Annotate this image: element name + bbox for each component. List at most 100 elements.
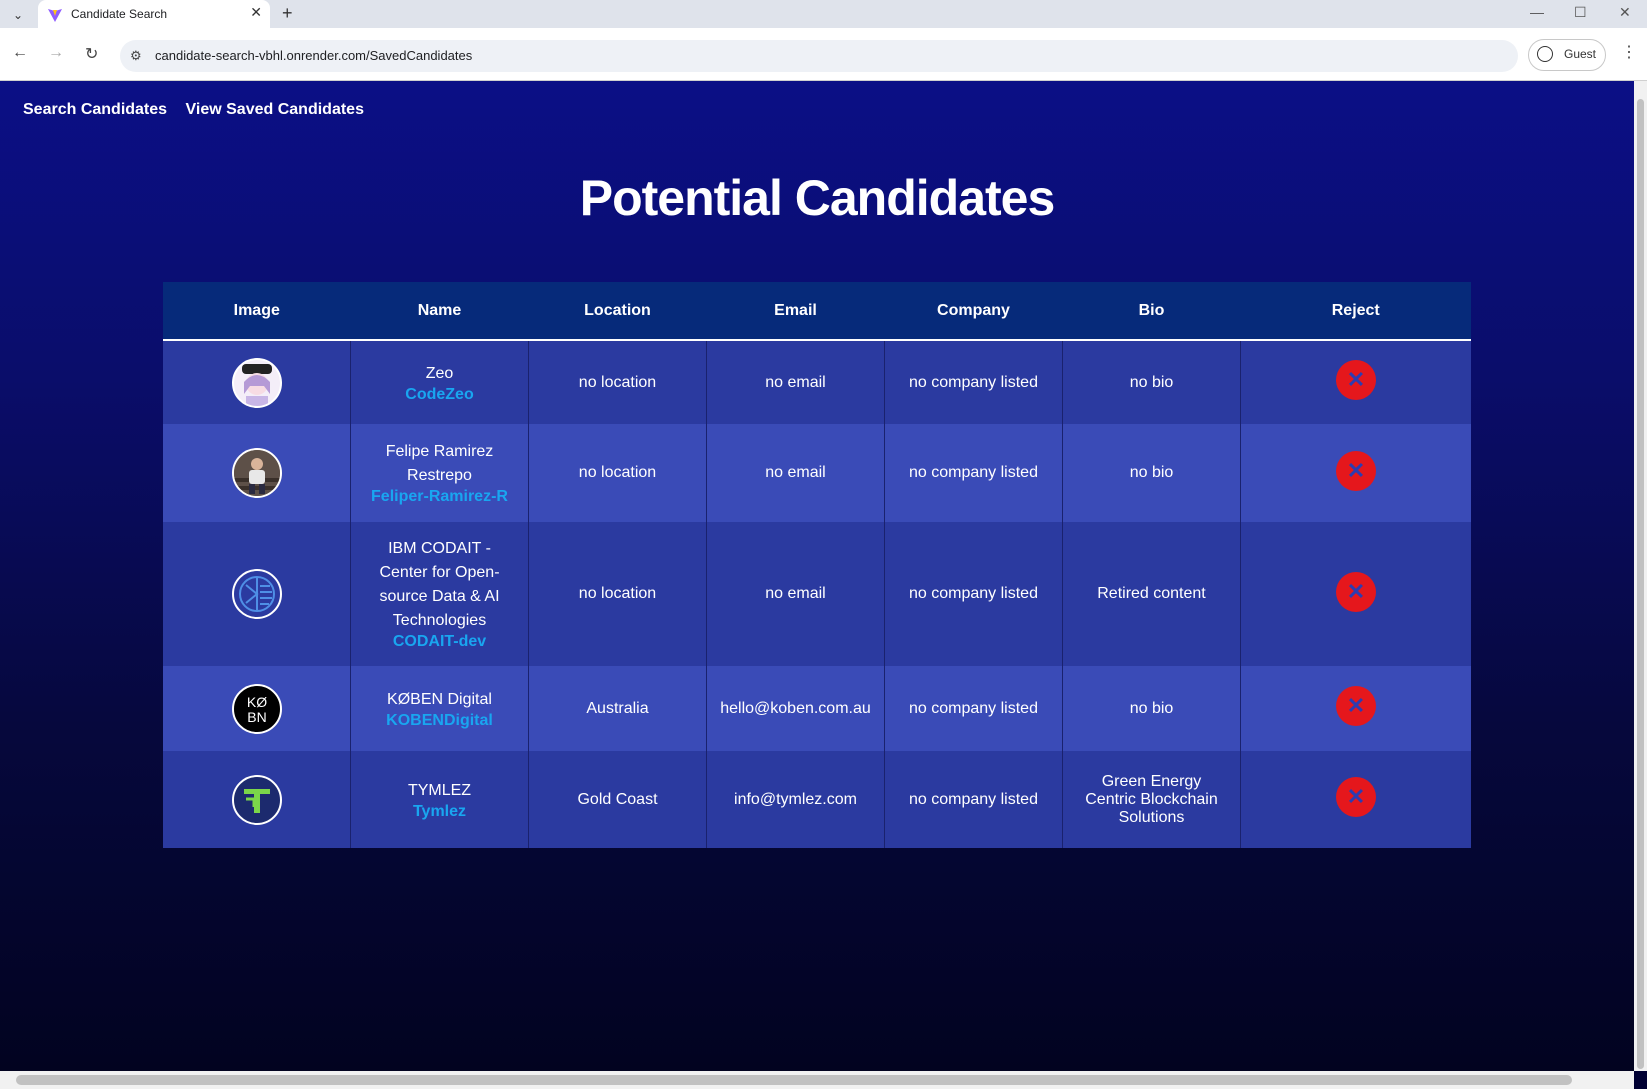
reject-button[interactable]: ✕ bbox=[1336, 360, 1376, 400]
candidate-login-link[interactable]: Tymlez bbox=[363, 803, 516, 821]
close-icon: ✕ bbox=[1346, 578, 1366, 604]
browser-tab-strip: ⌄ Candidate Search ✕ + — ☐ ✕ bbox=[0, 0, 1647, 29]
cell-image bbox=[163, 751, 351, 848]
cell-company: no company listed bbox=[884, 424, 1063, 522]
candidate-login-link[interactable]: Feliper-Ramirez-R bbox=[363, 488, 516, 506]
cell-location: Gold Coast bbox=[528, 751, 707, 848]
close-icon: ✕ bbox=[1346, 784, 1366, 809]
reload-icon[interactable]: ↻ bbox=[85, 44, 98, 64]
table-row: KØ BN KØBEN Digital KOBENDigital Austral… bbox=[163, 666, 1471, 751]
nav-search-candidates-link[interactable]: Search Candidates bbox=[23, 101, 167, 118]
profile-button[interactable]: Guest bbox=[1528, 39, 1606, 71]
candidates-table: Image Name Location Email Company Bio Re… bbox=[163, 282, 1471, 848]
cell-reject: ✕ bbox=[1240, 424, 1471, 522]
cell-email: no email bbox=[706, 340, 885, 424]
close-icon: ✕ bbox=[1346, 693, 1366, 718]
maximize-icon[interactable]: ☐ bbox=[1574, 4, 1587, 21]
horizontal-scrollbar[interactable] bbox=[0, 1071, 1634, 1089]
browser-menu-icon[interactable]: ⋮ bbox=[1621, 42, 1637, 62]
reject-button[interactable]: ✕ bbox=[1336, 450, 1376, 491]
close-icon: ✕ bbox=[1346, 367, 1366, 392]
page-content: Search Candidates View Saved Candidates … bbox=[0, 81, 1634, 1071]
header-image: Image bbox=[163, 282, 351, 341]
cell-bio: Retired content bbox=[1062, 522, 1241, 666]
reject-button[interactable]: ✕ bbox=[1336, 686, 1376, 726]
table-row: Felipe Ramirez Restrepo Feliper-Ramirez-… bbox=[163, 424, 1471, 522]
address-bar[interactable]: ⚙ candidate-search-vbhl.onrender.com/Sav… bbox=[120, 40, 1518, 72]
cell-location: no location bbox=[528, 522, 707, 666]
codait-logo-icon bbox=[231, 569, 282, 619]
tab-close-icon[interactable]: ✕ bbox=[250, 4, 262, 21]
candidate-login-link[interactable]: CodeZeo bbox=[363, 386, 516, 404]
forward-arrow-icon[interactable]: → bbox=[48, 44, 64, 62]
tab-title: Candidate Search bbox=[71, 7, 168, 21]
back-arrow-icon[interactable]: ← bbox=[12, 44, 28, 62]
candidate-name: TYMLEZ bbox=[407, 781, 472, 799]
site-nav: Search Candidates View Saved Candidates bbox=[23, 101, 378, 119]
koben-logo-icon: KØ BN bbox=[231, 683, 282, 734]
table-row: Zeo CodeZeo no location no email no comp… bbox=[163, 340, 1471, 424]
cell-reject: ✕ bbox=[1240, 340, 1471, 424]
cell-bio: no bio bbox=[1062, 340, 1241, 424]
candidate-login-link[interactable]: CODAIT-dev bbox=[363, 633, 516, 651]
header-reject: Reject bbox=[1240, 282, 1471, 341]
candidate-name: KØBEN Digital bbox=[387, 690, 492, 708]
profile-label: Guest bbox=[1564, 47, 1597, 61]
profile-avatar-icon bbox=[1537, 46, 1553, 62]
cell-location: no location bbox=[528, 340, 707, 424]
cell-company: no company listed bbox=[884, 666, 1063, 751]
vite-favicon-icon bbox=[48, 9, 62, 22]
cell-name: Felipe Ramirez Restrepo Feliper-Ramirez-… bbox=[350, 424, 529, 522]
cell-name: TYMLEZ Tymlez bbox=[350, 751, 529, 848]
table-row: IBM CODAIT - Center for Open-source Data… bbox=[163, 522, 1471, 666]
cell-reject: ✕ bbox=[1240, 666, 1471, 751]
cell-image: KØ BN bbox=[163, 666, 351, 751]
cell-email: no email bbox=[706, 424, 885, 522]
tab-search-menu-button[interactable]: ⌄ bbox=[6, 5, 30, 25]
window-close-icon[interactable]: ✕ bbox=[1619, 4, 1631, 21]
close-icon: ✕ bbox=[1346, 457, 1366, 483]
anime-avatar-icon bbox=[231, 357, 282, 408]
page-title: Potential Candidates bbox=[579, 170, 1056, 226]
header-name: Name bbox=[350, 282, 529, 341]
reject-button[interactable]: ✕ bbox=[1336, 571, 1376, 612]
minimize-icon[interactable]: — bbox=[1530, 4, 1544, 20]
cell-company: no company listed bbox=[884, 751, 1063, 848]
header-company: Company bbox=[884, 282, 1063, 341]
header-location: Location bbox=[528, 282, 707, 341]
cell-company: no company listed bbox=[884, 522, 1063, 666]
cell-bio: no bio bbox=[1062, 666, 1241, 751]
cell-name: KØBEN Digital KOBENDigital bbox=[350, 666, 529, 751]
cell-image bbox=[163, 522, 351, 666]
table-header-row: Image Name Location Email Company Bio Re… bbox=[163, 282, 1471, 341]
svg-text:KØ: KØ bbox=[246, 694, 266, 710]
table-row: TYMLEZ Tymlez Gold Coast info@tymlez.com… bbox=[163, 751, 1471, 848]
cell-company: no company listed bbox=[884, 340, 1063, 424]
browser-tab[interactable]: Candidate Search ✕ bbox=[38, 0, 270, 29]
tymlez-logo-icon bbox=[231, 774, 282, 825]
header-bio: Bio bbox=[1062, 282, 1241, 341]
new-tab-icon[interactable]: + bbox=[282, 3, 293, 24]
cell-name: Zeo CodeZeo bbox=[350, 340, 529, 424]
url-text[interactable]: candidate-search-vbhl.onrender.com/Saved… bbox=[155, 48, 472, 63]
vertical-scrollbar-thumb[interactable] bbox=[1637, 99, 1644, 1069]
candidate-name: Zeo bbox=[425, 364, 454, 382]
browser-toolbar: ← → ↻ ⚙ candidate-search-vbhl.onrender.c… bbox=[0, 28, 1647, 81]
person-photo-avatar-icon bbox=[231, 448, 282, 498]
svg-text:BN: BN bbox=[247, 709, 266, 725]
site-settings-icon[interactable]: ⚙ bbox=[130, 48, 142, 64]
candidate-login-link[interactable]: KOBENDigital bbox=[363, 712, 516, 730]
reject-button[interactable]: ✕ bbox=[1336, 777, 1376, 817]
cell-location: Australia bbox=[528, 666, 707, 751]
cell-location: no location bbox=[528, 424, 707, 522]
candidate-name: IBM CODAIT - Center for Open-source Data… bbox=[379, 540, 500, 629]
cell-reject: ✕ bbox=[1240, 751, 1471, 848]
cell-image bbox=[163, 424, 351, 522]
horizontal-scrollbar-thumb[interactable] bbox=[16, 1075, 1572, 1085]
cell-email: no email bbox=[706, 522, 885, 666]
cell-bio: Green Energy Centric Blockchain Solution… bbox=[1062, 751, 1241, 848]
vertical-scrollbar[interactable] bbox=[1634, 81, 1647, 1071]
cell-reject: ✕ bbox=[1240, 522, 1471, 666]
nav-saved-candidates-link[interactable]: View Saved Candidates bbox=[186, 101, 364, 118]
cell-email: hello@koben.com.au bbox=[706, 666, 885, 751]
